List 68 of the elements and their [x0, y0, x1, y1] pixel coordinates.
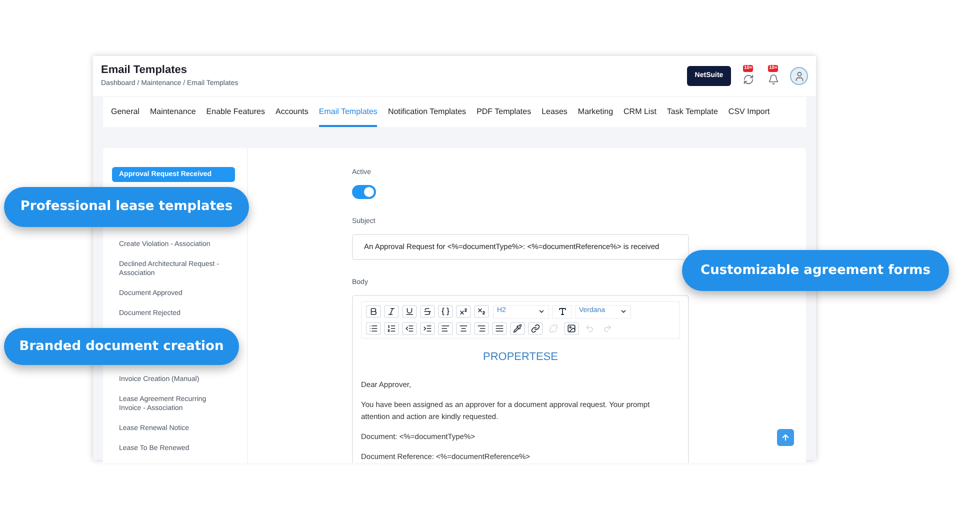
underline-icon [405, 307, 414, 316]
align-left-icon [441, 324, 450, 332]
tab[interactable]: Notification Templates [388, 97, 466, 127]
toolbar-button[interactable] [384, 305, 399, 318]
toolbar-button[interactable] [492, 322, 507, 334]
tab[interactable]: CSV Import [728, 97, 770, 127]
bell-icon[interactable] [768, 74, 778, 85]
text-size-button[interactable] [552, 304, 572, 318]
text-size-icon [558, 307, 566, 316]
tab[interactable]: Marketing [578, 97, 614, 127]
scroll-top-button[interactable] [777, 429, 794, 446]
feature-callout: Professional lease templates [4, 187, 249, 227]
tab[interactable]: CRM List [624, 97, 656, 127]
braces-icon [441, 307, 450, 316]
tab[interactable]: Maintenance [150, 97, 196, 127]
active-toggle[interactable] [352, 184, 376, 198]
italic-icon [387, 307, 396, 316]
caret-icon [538, 308, 545, 315]
feature-callout: Branded document creation [4, 328, 239, 365]
toolbar-button[interactable] [366, 322, 381, 334]
window-title: Email Templates [101, 62, 188, 77]
email-heading: PROPERTESE [482, 350, 559, 364]
toolbar-button[interactable] [474, 305, 489, 318]
toolbar-button[interactable] [420, 305, 435, 318]
toolbar-button[interactable] [384, 322, 399, 334]
toolbar-button[interactable] [438, 322, 453, 334]
link-icon [531, 324, 540, 332]
person-silhouette-icon [794, 70, 804, 82]
align-center-icon [459, 324, 468, 332]
toolbar-button[interactable] [420, 322, 435, 334]
toolbar-button[interactable] [456, 322, 471, 334]
outdent-icon [405, 324, 414, 332]
tab[interactable]: General [111, 97, 140, 127]
tab[interactable]: Email Templates [318, 97, 378, 127]
arrow-up-icon [781, 433, 790, 442]
feature-callout: Customizable agreement forms [682, 250, 949, 291]
justify-icon [495, 324, 504, 332]
tab[interactable]: Accounts [275, 97, 308, 127]
avatar[interactable] [790, 67, 808, 85]
image-icon [567, 324, 576, 332]
tab[interactable]: Task Template [666, 97, 718, 127]
tab[interactable]: PDF Templates [476, 97, 532, 127]
superscript-icon [459, 307, 468, 316]
bold-icon [369, 307, 378, 316]
toolbar-button[interactable] [402, 305, 417, 318]
toolbar-button[interactable] [528, 322, 543, 334]
toolbar-button[interactable] [366, 305, 381, 318]
toolbar-button[interactable] [438, 305, 453, 318]
caret-icon [620, 308, 627, 315]
toolbar-button[interactable] [564, 322, 579, 334]
tab[interactable]: Enable Features [206, 97, 265, 127]
toolbar-button[interactable] [402, 322, 417, 334]
bullet-list-icon [369, 324, 378, 332]
toolbar-button[interactable] [456, 305, 471, 318]
redo-icon [603, 324, 612, 332]
pipette-icon [513, 324, 522, 332]
strikethrough-icon [423, 307, 432, 316]
toolbar-button[interactable] [474, 322, 489, 334]
subscript-icon [477, 307, 486, 316]
undo-icon [585, 324, 594, 332]
refresh-icon[interactable] [742, 74, 754, 85]
body-editor[interactable] [352, 294, 689, 463]
numbered-list-icon [387, 324, 396, 332]
toolbar-button[interactable] [510, 322, 525, 334]
align-right-icon [477, 324, 486, 332]
tab[interactable]: Leases [542, 97, 568, 127]
unlink-icon [549, 324, 558, 332]
indent-icon [423, 324, 432, 332]
